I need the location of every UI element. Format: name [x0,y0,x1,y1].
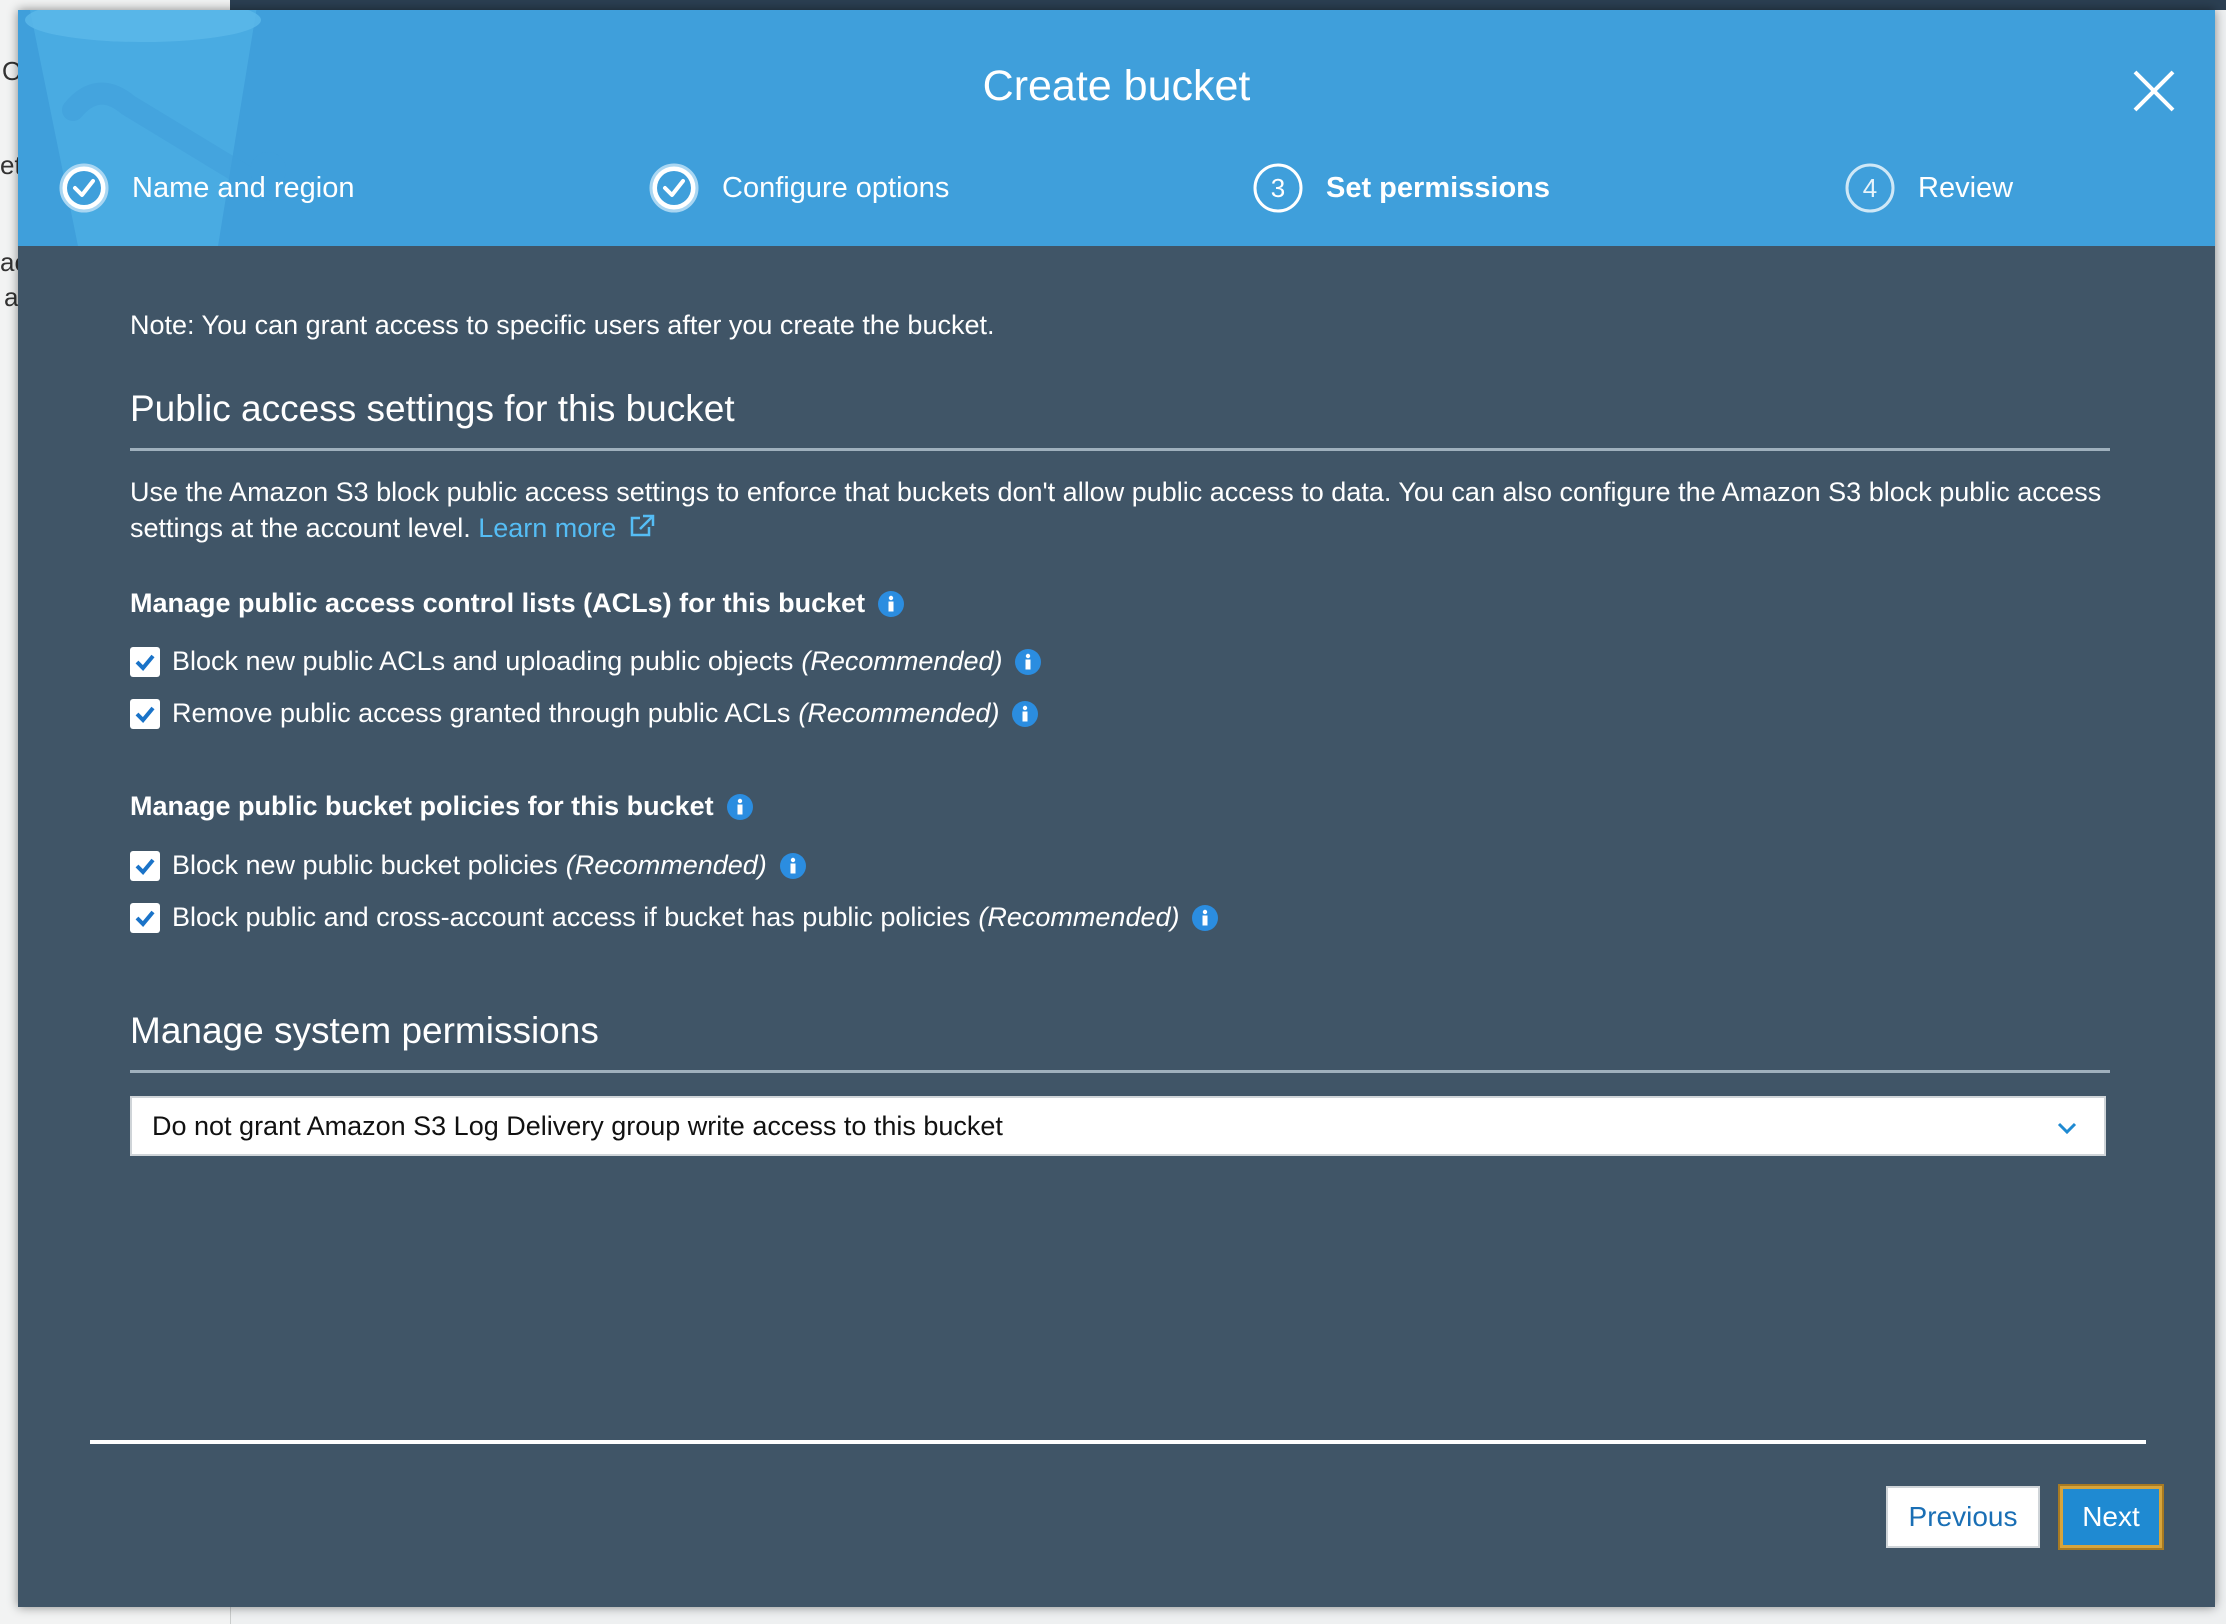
step-label: Name and region [132,171,355,204]
step-configure-options[interactable]: Configure options [648,160,949,216]
modal-header: Create bucket Name and region Configure … [18,10,2215,246]
policy-option-row: Block new public bucket policies (Recomm… [130,850,807,881]
public-access-title: Public access settings for this bucket [130,388,735,429]
acl-option-row: Remove public access granted through pub… [130,698,1039,729]
info-icon[interactable] [877,590,905,618]
previous-button[interactable]: Previous [1886,1486,2040,1548]
option-label: Block new public bucket policies [172,850,558,880]
info-icon[interactable] [726,793,754,821]
checkmark-icon [135,706,155,723]
block-new-policies-checkbox[interactable] [130,850,160,881]
svg-text:4: 4 [1863,173,1877,203]
step-set-permissions[interactable]: 3 Set permissions [1252,160,1550,216]
acl-heading-text: Manage public access control lists (ACLs… [130,588,866,618]
chevron-down-icon [2057,1122,2077,1135]
checkmark-icon [135,910,155,927]
step-number-icon: 4 [1845,163,1895,213]
svg-text:3: 3 [1271,173,1285,203]
info-icon[interactable] [779,852,807,880]
policy-heading-text: Manage public bucket policies for this b… [130,791,714,821]
step-review[interactable]: 4 Review [1844,160,2013,216]
public-access-description: Use the Amazon S3 block public access se… [130,474,2110,546]
wizard-steps: Name and region Configure options 3 Set … [18,160,2215,220]
step-label: Set permissions [1326,171,1551,204]
policy-option-row: Block public and cross-account access if… [130,902,1219,933]
modal-title: Create bucket [982,62,1251,110]
close-icon[interactable] [2131,68,2177,114]
description-text: Use the Amazon S3 block public access se… [130,477,2102,543]
checkmark-icon [135,654,155,671]
option-label: Block new public ACLs and uploading publ… [172,646,794,676]
recommended-tag: (Recommended) [978,902,1180,932]
section-divider [130,1070,2110,1073]
learn-more-link[interactable]: Learn more [478,513,656,543]
policy-group-heading: Manage public bucket policies for this b… [130,791,754,822]
option-label: Block public and cross-account access if… [172,902,971,932]
footer-divider [90,1440,2146,1444]
step-label: Configure options [722,171,950,204]
check-circle-icon [59,163,109,213]
info-icon[interactable] [1014,648,1042,676]
block-cross-account-checkbox[interactable] [130,902,160,933]
system-permissions-title: Manage system permissions [130,1010,599,1051]
log-delivery-select[interactable]: Do not grant Amazon S3 Log Delivery grou… [130,1096,2106,1156]
info-icon[interactable] [1191,904,1219,932]
step-number-icon: 3 [1253,163,1303,213]
create-bucket-modal: Create bucket Name and region Configure … [18,10,2215,1607]
next-button[interactable]: Next [2060,1486,2162,1548]
section-divider [130,448,2110,451]
background-text-fragment: a [4,282,19,312]
info-icon[interactable] [1011,700,1039,728]
block-new-acls-checkbox[interactable] [130,646,160,677]
recommended-tag: (Recommended) [565,850,767,880]
checkmark-icon [135,858,155,875]
recommended-tag: (Recommended) [801,646,1003,676]
step-label: Review [1918,171,2014,204]
option-label: Remove public access granted through pub… [172,698,791,728]
external-link-icon [630,514,655,537]
acl-group-heading: Manage public access control lists (ACLs… [130,588,905,619]
learn-more-label: Learn more [478,513,617,543]
check-circle-icon [649,163,699,213]
note-text: Note: You can grant access to specific u… [130,310,995,340]
acl-option-row: Block new public ACLs and uploading publ… [130,646,1042,677]
step-name-and-region[interactable]: Name and region [58,160,354,216]
select-value: Do not grant Amazon S3 Log Delivery grou… [152,1110,1003,1141]
remove-public-acls-checkbox[interactable] [130,698,160,729]
recommended-tag: (Recommended) [798,698,1000,728]
background-topbar [230,0,2226,10]
